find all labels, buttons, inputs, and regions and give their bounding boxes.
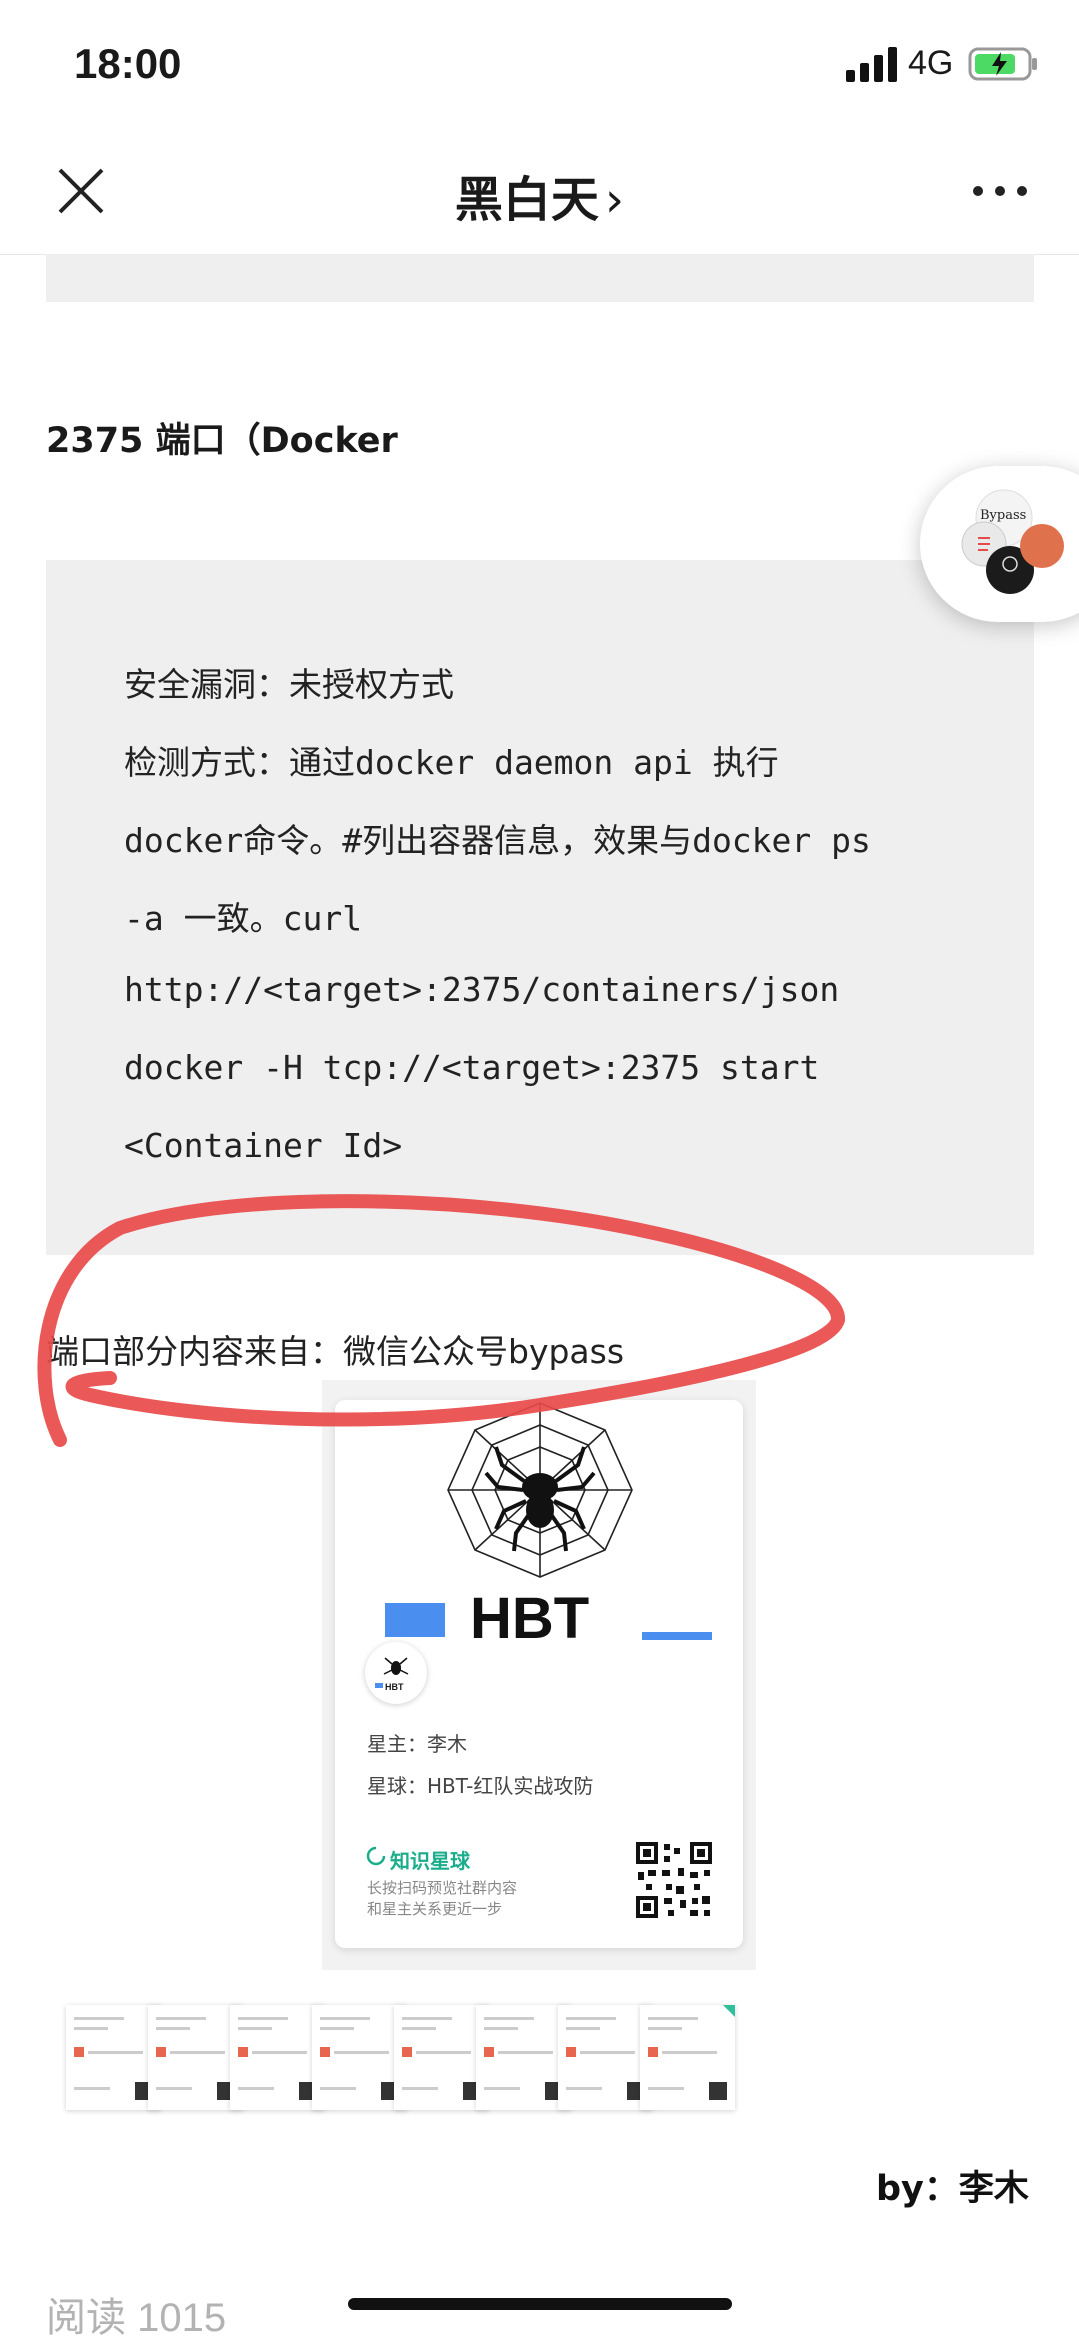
thumbnail-line [566,2017,616,2020]
thumbnail-badge [320,2047,330,2057]
thumbnail-corner [723,2005,735,2017]
card-avatar-label: HBT [385,1682,404,1692]
thumbnail-line [320,2087,356,2090]
battery-charging-icon [968,47,1037,81]
thumbnail-line [238,2087,274,2090]
thumbnail-line [402,2017,452,2020]
thumbnail-line [252,2051,307,2054]
source-note: 端口部分内容来自：微信公众号bypass [46,1332,625,1371]
zsxq-label: 知识星球 [390,1849,470,1873]
spider-web-logo [447,1402,633,1578]
byline: by：李木 [876,2169,1029,2209]
thumbnail-line [156,2087,192,2090]
home-indicator[interactable] [348,2298,732,2310]
card-description: 和星主关系更近一步 [367,1900,503,1918]
thumbnail-line [566,2087,602,2090]
thumbnail-line [320,2017,370,2020]
thumbnail-line [648,2027,682,2030]
thumbnail-line [484,2017,534,2020]
card-title: HBT [470,1586,590,1651]
thumbnail-line [484,2027,518,2030]
thumbnail-image[interactable] [312,2005,407,2110]
widget-label: Bypass [980,508,1027,523]
card-planet: 星球：HBT-红队实战攻防 [367,1774,594,1798]
thumbnail-line [74,2027,108,2030]
thumbnail-line [566,2027,600,2030]
avatar-accent [375,1683,383,1688]
code-line: docker命令。#列出容器信息，效果与docker ps [124,821,871,860]
code-line: -a 一致。curl [124,899,363,938]
thumbnail-line [238,2027,272,2030]
code-line: http://<target>:2375/containers/json [124,970,840,1009]
thumbnail-badge [484,2047,494,2057]
thumbnail-line [170,2051,225,2054]
thumbnail-image[interactable] [558,2005,653,2110]
thumbnail-line [320,2027,354,2030]
thumbnail-line [156,2017,206,2020]
account-name: 黑白天 [454,172,599,228]
thumbnail-line [484,2087,520,2090]
status-time: 18:00 [74,40,182,87]
thumbnail-image[interactable] [148,2005,243,2110]
thumbnail-line [662,2051,717,2054]
code-line: <Container Id> [124,1126,403,1165]
read-count: 阅读 1015 [46,2296,227,2340]
thumbnail-line [156,2027,190,2030]
thumbnail-line [648,2017,698,2020]
thumbnail-badge [566,2047,576,2057]
code-line: 安全漏洞：未授权方式 [124,665,454,704]
qr-code-icon [634,1840,714,1920]
thumbnail-image[interactable] [230,2005,325,2110]
thumbnail-line [74,2017,124,2020]
code-line: 检测方式：通过docker daemon api 执行 [124,743,779,782]
thumbnail-line [74,2087,110,2090]
thumbnail-badge [156,2047,166,2057]
chevron-right-icon: › [604,172,625,228]
thumbnail-line [334,2051,389,2054]
thumbnail-line [416,2051,471,2054]
thumbnail-badge [74,2047,84,2057]
thumbnail-image[interactable] [640,2005,735,2110]
zsxq-logo-icon [366,1846,386,1866]
section-heading: 2375 端口（Docker [46,421,398,461]
blue-accent-line [642,1632,712,1640]
more-button[interactable] [970,176,1030,206]
thumbnail-badge [648,2047,658,2057]
account-title-link[interactable]: 黑白天 › [0,160,1079,230]
thumbnail-badge [402,2047,412,2057]
thumbnail-line [648,2087,684,2090]
floating-avatar-widget[interactable]: Bypass [920,466,1079,622]
code-line: docker -H tcp://<target>:2375 start [124,1048,820,1087]
signal-icon [846,47,897,82]
thumbnail-image[interactable] [66,2005,161,2110]
thumbnail-badge [238,2047,248,2057]
thumbnail-line [402,2087,438,2090]
thumbnail-line [88,2051,143,2054]
card-description: 长按扫码预览社群内容 [367,1879,518,1897]
thumbnail-line [402,2027,436,2030]
card-owner: 星主：李木 [367,1732,467,1756]
thumbnail-line [580,2051,635,2054]
blue-accent-block [385,1603,445,1637]
thumbnail-image[interactable] [476,2005,571,2110]
network-label: 4G [908,44,954,82]
qr-code-icon [709,2082,727,2100]
thumbnail-line [238,2017,288,2020]
card-avatar: HBT [365,1642,427,1704]
thumbnail-line [498,2051,553,2054]
code-block-tail [46,254,1034,302]
thumbnail-image[interactable] [394,2005,489,2110]
